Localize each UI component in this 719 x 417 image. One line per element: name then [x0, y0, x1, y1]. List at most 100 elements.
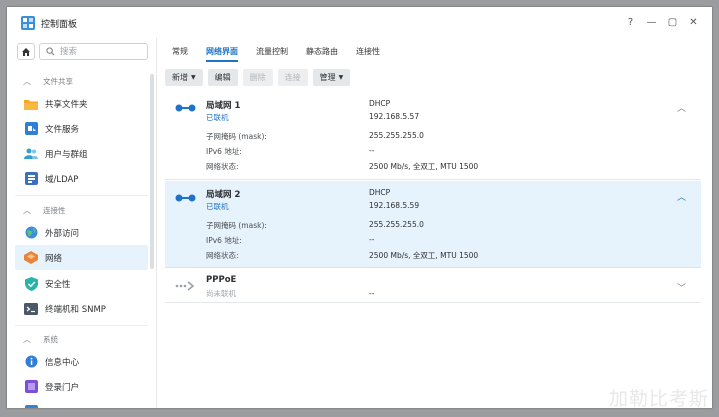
section-header-system[interactable]: ︿ 系统	[7, 331, 149, 347]
title-bar: 控制面板 ? — ▢ ✕	[7, 7, 712, 38]
sidebar: ︿ 文件共享 共享文件夹 文件服务 用户与群组 域/LDAP	[7, 38, 157, 408]
sidebar-item-shared-folder[interactable]: 共享文件夹	[15, 91, 148, 116]
sidebar-item-domain-ldap[interactable]: 域/LDAP	[15, 166, 148, 191]
interface-card-lan1[interactable]: 局域网 1 已联机 DHCP 192.168.5.57 子网掩码 (mask):…	[165, 92, 701, 180]
search-input[interactable]	[60, 45, 144, 58]
network-icon	[24, 251, 38, 265]
window-title: 控制面板	[41, 20, 78, 30]
search-box[interactable]	[39, 43, 148, 60]
search-icon	[46, 47, 55, 56]
toolbar: 新增 ▼ 编辑 删除 连接 管理 ▼	[165, 69, 355, 87]
interface-status: 已联机	[206, 113, 229, 122]
sidebar-item-login-portal[interactable]: 登录门户	[15, 374, 148, 399]
mask-value: 255.255.255.0	[369, 131, 424, 140]
chevron-up-icon: ︿	[23, 205, 31, 215]
sidebar-item-label: 登录门户	[45, 382, 80, 393]
info-icon	[24, 355, 38, 369]
minimize-button[interactable]: —	[641, 14, 662, 30]
close-button[interactable]: ✕	[683, 14, 704, 30]
sidebar-item-network[interactable]: 网络	[15, 245, 148, 270]
tab-traffic-control[interactable]: 流量控制	[256, 38, 288, 64]
interface-card-lan2[interactable]: 局域网 2 已联机 DHCP 192.168.5.59 子网掩码 (mask):…	[165, 181, 701, 268]
network-status-label: 网络状态:	[206, 251, 239, 260]
delete-button[interactable]: 删除	[242, 69, 273, 86]
sidebar-item-partial[interactable]	[15, 399, 148, 408]
mask-value: 255.255.255.0	[369, 220, 424, 229]
create-button-label: 新增	[172, 73, 188, 82]
sidebar-item-security[interactable]: 安全性	[15, 271, 148, 296]
edit-button[interactable]: 编辑	[207, 69, 238, 86]
lan-connected-icon	[175, 104, 196, 112]
section-header-file-sharing[interactable]: ︿ 文件共享	[7, 73, 149, 89]
globe-icon	[24, 226, 38, 240]
lan-connected-icon	[175, 194, 196, 202]
folder-icon	[24, 97, 38, 111]
interface-name: 局域网 1	[206, 101, 241, 111]
app-icon	[24, 405, 38, 408]
mask-label: 子网掩码 (mask):	[206, 221, 267, 230]
interface-ip: --	[369, 289, 375, 298]
interface-mode: DHCP	[369, 188, 391, 197]
interface-mode: DHCP	[369, 99, 391, 108]
sidebar-item-label: 外部访问	[45, 228, 80, 239]
ipv6-value: --	[369, 146, 375, 155]
sidebar-item-label: 用户与群组	[45, 149, 88, 160]
section-header-connectivity[interactable]: ︿ 连接性	[7, 202, 149, 218]
sidebar-item-label: 域/LDAP	[45, 174, 79, 185]
sidebar-scrollbar[interactable]	[150, 74, 154, 269]
section-label: 连接性	[43, 205, 66, 215]
sidebar-item-label: 安全性	[45, 279, 71, 290]
expand-chevron-icon[interactable]: ﹀	[677, 281, 686, 294]
sidebar-item-label: 文件服务	[45, 124, 80, 135]
collapse-chevron-icon[interactable]: ︿	[677, 190, 686, 203]
collapse-chevron-icon[interactable]: ︿	[677, 101, 686, 114]
create-button[interactable]: 新增 ▼	[165, 69, 203, 86]
ipv6-label: IPv6 地址:	[206, 236, 242, 245]
tab-bar: 常规 网络界面 流量控制 静态路由 连接性	[158, 38, 712, 64]
shield-icon	[24, 276, 38, 291]
ipv6-label: IPv6 地址:	[206, 147, 242, 156]
mask-label: 子网掩码 (mask):	[206, 132, 267, 141]
window-controls: ? — ▢ ✕	[620, 14, 704, 30]
connect-button[interactable]: 连接	[277, 69, 308, 86]
file-services-icon	[24, 122, 38, 136]
home-icon	[22, 47, 30, 56]
interface-name: PPPoE	[206, 275, 237, 285]
home-button[interactable]	[17, 43, 35, 60]
manage-button[interactable]: 管理 ▼	[312, 69, 351, 86]
maximize-button[interactable]: ▢	[662, 14, 683, 30]
sidebar-item-info-center[interactable]: 信息中心	[15, 349, 148, 374]
section-label: 文件共享	[43, 76, 73, 86]
tab-static-route[interactable]: 静态路由	[306, 38, 338, 64]
sidebar-item-users-groups[interactable]: 用户与群组	[15, 141, 148, 166]
sidebar-divider	[15, 195, 148, 196]
ipv6-value: --	[369, 235, 375, 244]
chevron-up-icon: ︿	[23, 334, 31, 344]
terminal-icon	[24, 302, 38, 316]
sidebar-item-label: 共享文件夹	[45, 99, 88, 110]
sidebar-item-file-services[interactable]: 文件服务	[15, 116, 148, 141]
sidebar-item-terminal-snmp[interactable]: 终端机和 SNMP	[15, 296, 148, 321]
watermark-text: 加勒比考斯	[609, 388, 710, 408]
network-status-label: 网络状态:	[206, 162, 239, 171]
interface-status: 尚未联机	[206, 289, 236, 298]
caret-down-icon: ▼	[338, 74, 344, 81]
sidebar-item-label: 终端机和 SNMP	[45, 304, 106, 315]
manage-button-label: 管理	[319, 73, 336, 82]
domain-icon	[24, 172, 38, 186]
sidebar-item-label: 信息中心	[45, 357, 80, 368]
interface-ip: 192.168.5.57	[369, 112, 420, 121]
interface-card-pppoe[interactable]: PPPoE 尚未联机 -- ﹀	[165, 269, 701, 303]
pppoe-disconnected-icon	[175, 281, 195, 291]
portal-icon	[24, 380, 38, 394]
help-button[interactable]: ?	[620, 14, 641, 30]
control-panel-app-icon	[21, 16, 35, 30]
tab-network-interface[interactable]: 网络界面	[206, 38, 238, 64]
tab-general[interactable]: 常规	[172, 38, 188, 64]
caret-down-icon: ▼	[191, 74, 196, 81]
sidebar-item-external-access[interactable]: 外部访问	[15, 220, 148, 245]
tab-connectivity[interactable]: 连接性	[356, 38, 380, 64]
section-label: 系统	[43, 334, 58, 344]
interface-name: 局域网 2	[206, 190, 241, 200]
users-icon	[24, 147, 38, 161]
